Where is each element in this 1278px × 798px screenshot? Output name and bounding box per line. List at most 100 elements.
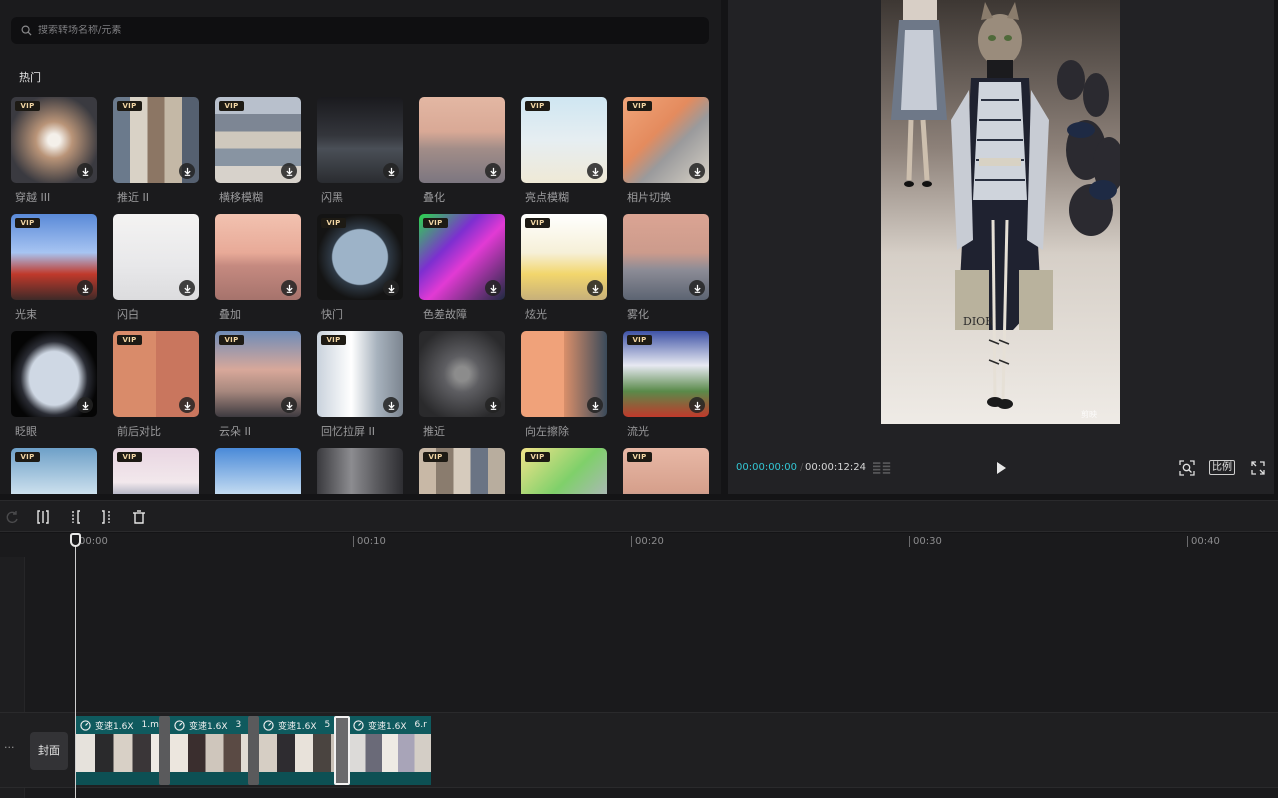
download-icon[interactable] xyxy=(281,397,297,413)
transition-card[interactable]: 向左擦除 xyxy=(521,331,607,439)
transition-card[interactable]: VIP 炫光 xyxy=(521,214,607,322)
transition-card[interactable]: VIP 穿越 III xyxy=(11,97,97,205)
transition-thumbnail[interactable] xyxy=(521,331,607,417)
time-ruler[interactable]: 00:00 00:10 00:20 00:30 00:40 xyxy=(0,533,1278,557)
transition-card[interactable]: VIP 相片切换 xyxy=(623,97,709,205)
download-icon[interactable] xyxy=(383,163,399,179)
transition-card[interactable]: 叠加 xyxy=(215,214,301,322)
transition-card[interactable]: VIP xyxy=(419,448,505,494)
transition-card[interactable]: VIP 横移模糊 xyxy=(215,97,301,205)
transition-thumbnail[interactable]: VIP xyxy=(215,331,301,417)
search-bar[interactable] xyxy=(11,17,709,44)
transition-thumbnail[interactable]: VIP xyxy=(317,214,403,300)
transition-card[interactable]: VIP xyxy=(521,448,607,494)
transition-thumbnail[interactable]: VIP xyxy=(419,448,505,494)
transition-card[interactable]: VIP 前后对比 xyxy=(113,331,199,439)
playhead-line[interactable] xyxy=(75,541,76,798)
transition-thumbnail[interactable] xyxy=(317,448,403,494)
aspect-ratio-button[interactable]: 比例 xyxy=(1209,460,1235,475)
transition-thumbnail[interactable]: VIP xyxy=(317,331,403,417)
search-input[interactable] xyxy=(38,25,638,36)
transition-card[interactable]: VIP xyxy=(113,448,199,494)
transition-thumbnail[interactable] xyxy=(113,214,199,300)
transition-thumbnail[interactable] xyxy=(419,97,505,183)
download-icon[interactable] xyxy=(689,397,705,413)
transition-thumbnail[interactable]: VIP xyxy=(623,97,709,183)
transition-card[interactable]: VIP 云朵 II xyxy=(215,331,301,439)
play-icon[interactable] xyxy=(992,459,1010,477)
video-clip[interactable]: 变速1.6X 3 xyxy=(170,716,259,785)
download-icon[interactable] xyxy=(179,163,195,179)
transition-card[interactable]: VIP 推近 II xyxy=(113,97,199,205)
video-clip[interactable]: 变速1.6X 6.r xyxy=(349,716,431,785)
transition-card[interactable] xyxy=(317,448,403,494)
download-icon[interactable] xyxy=(587,397,603,413)
download-icon[interactable] xyxy=(179,397,195,413)
undo-icon[interactable] xyxy=(3,508,21,526)
download-icon[interactable] xyxy=(689,163,705,179)
transition-thumbnail[interactable]: VIP xyxy=(11,448,97,494)
download-icon[interactable] xyxy=(281,163,297,179)
transition-card[interactable]: 叠化 xyxy=(419,97,505,205)
transition-thumbnail[interactable]: VIP xyxy=(215,97,301,183)
download-icon[interactable] xyxy=(689,280,705,296)
fullscreen-icon[interactable] xyxy=(1249,459,1267,477)
delete-icon[interactable] xyxy=(130,508,148,526)
transition-marker[interactable] xyxy=(248,716,259,785)
transition-thumbnail[interactable] xyxy=(215,448,301,494)
download-icon[interactable] xyxy=(77,163,93,179)
transition-card[interactable]: 闪白 xyxy=(113,214,199,322)
trim-left-icon[interactable] xyxy=(66,508,84,526)
transition-card[interactable] xyxy=(215,448,301,494)
download-icon[interactable] xyxy=(281,280,297,296)
transition-thumbnail[interactable]: VIP xyxy=(11,97,97,183)
trim-right-icon[interactable] xyxy=(98,508,116,526)
transition-card[interactable]: 雾化 xyxy=(623,214,709,322)
download-icon[interactable] xyxy=(485,163,501,179)
download-icon[interactable] xyxy=(383,280,399,296)
transition-thumbnail[interactable]: VIP xyxy=(11,214,97,300)
transition-card[interactable]: VIP 亮点模糊 xyxy=(521,97,607,205)
download-icon[interactable] xyxy=(485,280,501,296)
transition-thumbnail[interactable]: VIP xyxy=(521,97,607,183)
split-icon[interactable] xyxy=(34,508,52,526)
transition-card[interactable]: VIP 快门 xyxy=(317,214,403,322)
transition-thumbnail[interactable] xyxy=(317,97,403,183)
transition-card[interactable]: 闪黑 xyxy=(317,97,403,205)
transition-card[interactable]: VIP 光束 xyxy=(11,214,97,322)
download-icon[interactable] xyxy=(77,280,93,296)
download-icon[interactable] xyxy=(77,397,93,413)
download-icon[interactable] xyxy=(179,280,195,296)
transition-card[interactable]: VIP 色差故障 xyxy=(419,214,505,322)
transition-marker[interactable] xyxy=(159,716,170,785)
waveform-grid-icon[interactable] xyxy=(873,459,891,477)
video-preview[interactable]: DIOR 剪映 xyxy=(881,0,1120,424)
transition-thumbnail[interactable]: VIP xyxy=(113,331,199,417)
transition-thumbnail[interactable]: VIP xyxy=(419,214,505,300)
track-more-button[interactable]: ··· xyxy=(4,741,15,754)
playhead-handle[interactable] xyxy=(70,533,81,547)
zoom-fit-icon[interactable] xyxy=(1178,459,1196,477)
transition-thumbnail[interactable] xyxy=(215,214,301,300)
download-icon[interactable] xyxy=(485,397,501,413)
transition-card[interactable]: VIP xyxy=(623,448,709,494)
transition-thumbnail[interactable]: VIP xyxy=(623,448,709,494)
transition-card[interactable]: 眨眼 xyxy=(11,331,97,439)
download-icon[interactable] xyxy=(587,280,603,296)
transition-marker[interactable] xyxy=(334,716,350,785)
transition-thumbnail[interactable] xyxy=(11,331,97,417)
transition-thumbnail[interactable] xyxy=(623,214,709,300)
transition-card[interactable]: 推近 xyxy=(419,331,505,439)
transition-card[interactable]: VIP 流光 xyxy=(623,331,709,439)
transition-card[interactable]: VIP xyxy=(11,448,97,494)
transition-thumbnail[interactable]: VIP xyxy=(113,448,199,494)
transition-thumbnail[interactable]: VIP xyxy=(113,97,199,183)
transition-card[interactable]: VIP 回忆拉屏 II xyxy=(317,331,403,439)
cover-button[interactable]: 封面 xyxy=(30,732,68,770)
download-icon[interactable] xyxy=(383,397,399,413)
video-clip[interactable]: 变速1.6X 1.m xyxy=(76,716,170,785)
transition-thumbnail[interactable]: VIP xyxy=(521,448,607,494)
transition-thumbnail[interactable]: VIP xyxy=(623,331,709,417)
transition-thumbnail[interactable] xyxy=(419,331,505,417)
transition-thumbnail[interactable]: VIP xyxy=(521,214,607,300)
